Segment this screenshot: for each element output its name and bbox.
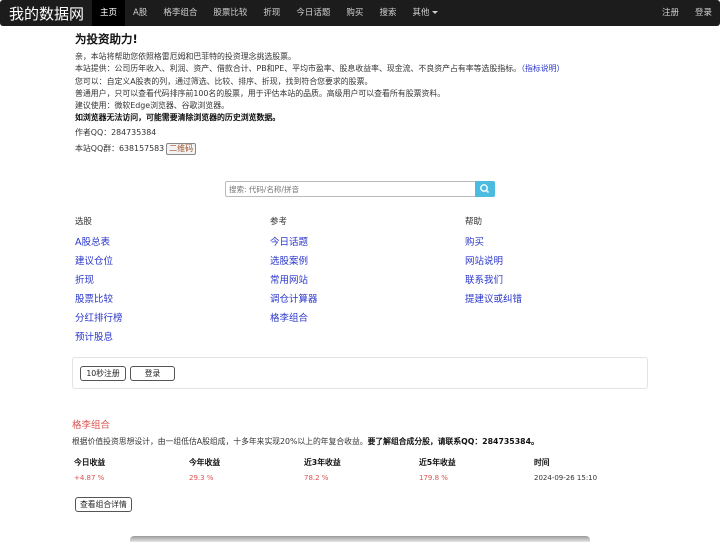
search-input[interactable] <box>225 181 475 197</box>
column-help-header: 帮助 <box>465 217 483 227</box>
column-help: 帮助 购买 网站说明 联系我们 提建议或纠错 <box>465 215 522 309</box>
intro-line-3: 您可以：自定义A股表的列，通过筛选、比较、排序、折现，找到符合您要求的股票。 <box>75 76 373 86</box>
nav-right: 注册 登录 <box>654 0 720 26</box>
link-site-info[interactable]: 网站说明 <box>465 252 522 271</box>
column-pick-header: 选股 <box>75 217 93 227</box>
stat-5y-label: 近5年收益 <box>419 458 456 467</box>
nav-more-label: 其他 <box>412 8 430 18</box>
link-today-topics[interactable]: 今日话题 <box>270 233 318 252</box>
stat-time-value: 2024-09-26 15:10 <box>534 474 598 482</box>
link-rebalance-calculator[interactable]: 调仓计算器 <box>270 290 318 309</box>
nav-register[interactable]: 注册 <box>654 0 687 26</box>
stat-today-value: +4.87 % <box>74 474 105 482</box>
portfolio-desc-text: 根据价值投资思想设计，由一组低估A股组成，十多年来实现20%以上的年复合收益。 <box>72 437 368 446</box>
column-ref-header: 参考 <box>270 217 288 227</box>
link-expected-dividend[interactable]: 预计股息 <box>75 328 123 347</box>
navbar: 我的数据网 主页 A股 格李组合 股票比较 折现 今日话题 购买 搜索 其他 注… <box>0 0 720 26</box>
link-stock-compare[interactable]: 股票比较 <box>75 290 123 309</box>
brand-logo[interactable]: 我的数据网 <box>0 3 92 24</box>
column-pick: 选股 A股总表 建议仓位 折现 股票比较 分红排行榜 预计股息 <box>75 215 123 347</box>
stat-today-label: 今日收益 <box>74 458 106 467</box>
page-title: 为投资助力! <box>75 32 138 46</box>
qq-group-line: 本站QQ群：638157583 二维码 <box>75 143 635 156</box>
stat-year: 今年收益 29.3 % <box>189 457 220 482</box>
nav-login[interactable]: 登录 <box>687 0 720 26</box>
nav-search[interactable]: 搜索 <box>371 0 404 26</box>
stat-5y-value: 179.8 % <box>419 474 448 482</box>
search-button[interactable] <box>475 181 495 197</box>
register-button[interactable]: 10秒注册 <box>80 366 126 381</box>
column-ref: 参考 今日话题 选股案例 常用网站 调仓计算器 格李组合 <box>270 215 318 328</box>
bottom-edge <box>130 536 590 542</box>
intro-line-4: 普通用户，只可以查看代码排序前100名的股票，用于评估本站的品质。高级用户可以查… <box>75 88 446 98</box>
intro-line-1: 亲，本站将帮助您依照格雷厄姆和巴菲特的投资理念挑选股票。 <box>75 52 296 61</box>
link-buy[interactable]: 购买 <box>465 233 522 252</box>
stat-year-label: 今年收益 <box>189 458 221 467</box>
nav-compare[interactable]: 股票比较 <box>205 0 255 26</box>
link-feedback[interactable]: 提建议或纠错 <box>465 290 522 309</box>
qrcode-button[interactable]: 二维码 <box>166 143 197 156</box>
stat-3y-value: 78.2 % <box>304 474 329 482</box>
link-dividend-ranking[interactable]: 分红排行榜 <box>75 309 123 328</box>
nav-more-dropdown[interactable]: 其他 <box>404 0 446 26</box>
author-qq: 作者QQ：284735384 <box>75 127 157 137</box>
portfolio-title: 格李组合 <box>72 420 111 431</box>
nav-portfolio[interactable]: 格李组合 <box>155 0 205 26</box>
stat-3y: 近3年收益 78.2 % <box>304 457 341 482</box>
nav-discount[interactable]: 折现 <box>255 0 288 26</box>
indicator-help-link[interactable]: （指标说明） <box>521 64 564 73</box>
nav-topics[interactable]: 今日话题 <box>288 0 338 26</box>
stat-5y: 近5年收益 179.8 % <box>419 457 456 482</box>
intro-line-2: 本站提供：公司历年收入、利润、资产、借款合计、PB和PE、平均市盈率、股息收益率… <box>75 63 635 75</box>
stat-3y-label: 近3年收益 <box>304 458 341 467</box>
nav-home[interactable]: 主页 <box>92 0 126 26</box>
nav-a-shares[interactable]: A股 <box>125 0 155 26</box>
login-button[interactable]: 登录 <box>130 366 175 381</box>
link-a-shares-table[interactable]: A股总表 <box>75 233 123 252</box>
portfolio-contact: 要了解组合成分股，请联系QQ：284735384。 <box>367 437 539 446</box>
intro-section: 为投资助力! 亲，本站将帮助您依照格雷厄姆和巴菲特的投资理念挑选股票。 本站提供… <box>75 31 635 156</box>
link-portfolio[interactable]: 格李组合 <box>270 309 318 328</box>
portfolio-description: 根据价值投资思想设计，由一组低估A股组成，十多年来实现20%以上的年复合收益。要… <box>72 436 539 447</box>
link-contact[interactable]: 联系我们 <box>465 271 522 290</box>
intro-line-5: 建议使用：微软Edge浏览器、谷歌浏览器。 <box>75 101 229 111</box>
link-cases[interactable]: 选股案例 <box>270 252 318 271</box>
qq-group: 本站QQ群：638157583 <box>75 144 165 154</box>
stat-today: 今日收益 +4.87 % <box>74 457 105 482</box>
auth-panel: 10秒注册 登录 <box>72 357 648 389</box>
stat-time: 时间 2024-09-26 15:10 <box>534 457 597 482</box>
search-icon <box>480 184 490 194</box>
stat-year-value: 29.3 % <box>189 474 214 482</box>
link-common-sites[interactable]: 常用网站 <box>270 271 318 290</box>
intro-line-2-text: 本站提供：公司历年收入、利润、资产、借款合计、PB和PE、平均市盈率、股息收益率… <box>75 64 522 74</box>
caret-down-icon <box>432 11 439 14</box>
stat-time-label: 时间 <box>534 458 550 467</box>
nav-buy[interactable]: 购买 <box>338 0 371 26</box>
link-position-advice[interactable]: 建议仓位 <box>75 252 123 271</box>
search-bar <box>225 181 495 197</box>
portfolio-detail-button[interactable]: 查看组合详情 <box>75 497 132 512</box>
link-discount[interactable]: 折现 <box>75 271 123 290</box>
intro-line-6: 如浏览器无法访问，可能需要清除浏览器的历史浏览数据。 <box>75 113 281 123</box>
